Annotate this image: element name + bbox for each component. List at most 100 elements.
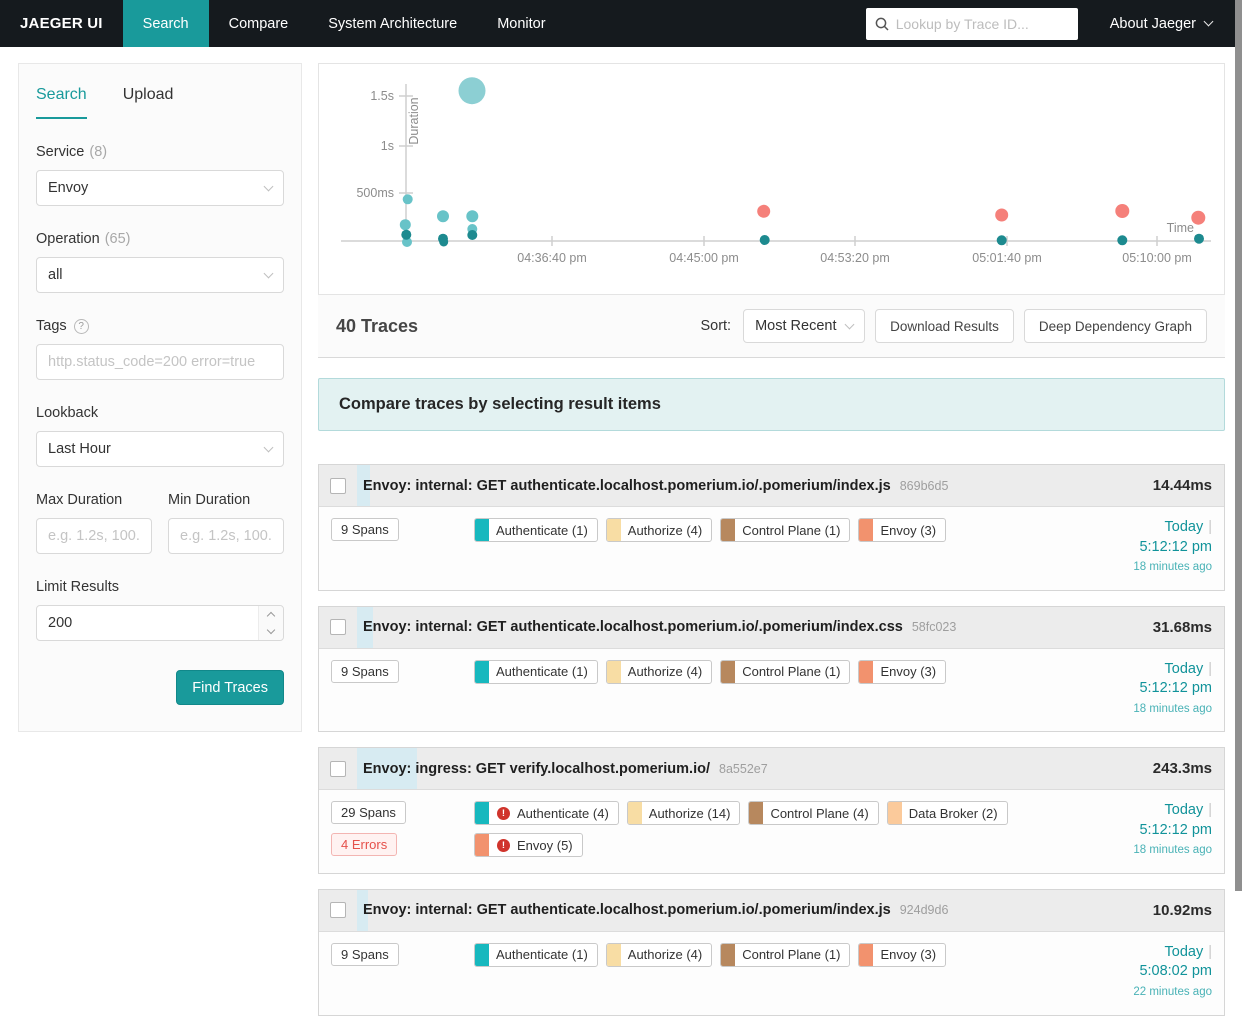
- help-icon[interactable]: ?: [74, 319, 89, 334]
- tags-input-wrap: [36, 344, 284, 380]
- limit-results-input[interactable]: [36, 605, 284, 641]
- trace-checkbox-wrap: [319, 748, 357, 789]
- min-duration-input[interactable]: [180, 528, 272, 544]
- toolbar-actions: Sort: Most Recent Download Results Deep …: [700, 309, 1207, 343]
- trace-header-link[interactable]: Envoy: ingress: GET verify.localhost.pom…: [319, 748, 1224, 790]
- tab-upload[interactable]: Upload: [123, 86, 174, 119]
- service-label: Service (8): [36, 144, 284, 160]
- nav-tab-compare[interactable]: Compare: [209, 0, 309, 47]
- service-badge: Authenticate (1): [474, 943, 598, 967]
- trace-meta-column: 29 Spans 4 Errors: [331, 801, 474, 859]
- service-badge: Envoy (3): [858, 660, 946, 684]
- trace-card-body: 9 Spans Authenticate (1) Authorize (4) C…: [319, 932, 1224, 1015]
- service-color-swatch: [475, 834, 489, 856]
- app-logo[interactable]: JAEGER UI: [0, 0, 123, 47]
- span-count-badge: 9 Spans: [331, 518, 399, 541]
- svg-text:05:10:00 pm: 05:10:00 pm: [1122, 251, 1192, 265]
- about-jaeger-menu[interactable]: About Jaeger: [1078, 0, 1242, 47]
- service-color-swatch: [475, 519, 489, 541]
- operation-select[interactable]: all: [36, 257, 284, 293]
- trace-title: Envoy: ingress: GET verify.localhost.pom…: [363, 761, 710, 777]
- deep-dependency-graph-button[interactable]: Deep Dependency Graph: [1024, 309, 1207, 343]
- service-badge: Envoy (3): [858, 943, 946, 967]
- service-badge-list: Authenticate (1) Authorize (4) Control P…: [474, 518, 1062, 576]
- trace-time-link[interactable]: 5:12:12 pm: [1139, 539, 1212, 555]
- trace-time-link[interactable]: 5:12:12 pm: [1139, 822, 1212, 838]
- stepper-down-button[interactable]: [259, 623, 283, 640]
- trace-date-line: Today|: [1062, 518, 1212, 538]
- service-badge-list: Authenticate (1) Authorize (4) Control P…: [474, 660, 1062, 718]
- service-badge-label: Envoy (5): [517, 838, 573, 853]
- service-select[interactable]: Envoy: [36, 170, 284, 206]
- service-badge-label: Authenticate (4): [517, 806, 609, 821]
- trace-card-body: 29 Spans 4 Errors ! Authenticate (4) Auth…: [319, 790, 1224, 873]
- trace-duration: 31.68ms: [1141, 607, 1224, 648]
- service-badge-list: Authenticate (1) Authorize (4) Control P…: [474, 943, 1062, 1001]
- svg-text:04:53:20 pm: 04:53:20 pm: [820, 251, 890, 265]
- trace-count-heading: 40 Traces: [336, 316, 418, 337]
- nav-tab-system-architecture[interactable]: System Architecture: [308, 0, 477, 47]
- service-color-swatch: [721, 661, 735, 683]
- tab-search[interactable]: Search: [36, 86, 87, 119]
- service-badge-label: Authenticate (1): [496, 664, 588, 679]
- trace-meta-column: 9 Spans: [331, 518, 474, 576]
- service-field-group: Service (8) Envoy: [36, 144, 284, 206]
- chevron-down-icon: [845, 320, 855, 330]
- error-icon: !: [497, 807, 510, 820]
- trace-card-body: 9 Spans Authenticate (1) Authorize (4) C…: [319, 649, 1224, 732]
- chevron-down-icon: [264, 443, 274, 453]
- trace-id-search[interactable]: [866, 8, 1078, 40]
- tags-input[interactable]: [48, 354, 272, 370]
- trace-title: Envoy: internal: GET authenticate.localh…: [363, 619, 903, 635]
- span-count-badge: 9 Spans: [331, 660, 399, 683]
- find-traces-button[interactable]: Find Traces: [176, 670, 284, 705]
- service-badge: Authenticate (1): [474, 518, 598, 542]
- trace-header-link[interactable]: Envoy: internal: GET authenticate.localh…: [319, 890, 1224, 932]
- svg-text:05:01:40 pm: 05:01:40 pm: [972, 251, 1042, 265]
- lookback-select[interactable]: Last Hour: [36, 431, 284, 467]
- trace-select-checkbox[interactable]: [330, 478, 346, 494]
- nav-spacer: [566, 0, 866, 47]
- service-color-swatch: [628, 802, 642, 824]
- trace-id: 869b6d5: [900, 479, 949, 493]
- service-badge-label: Authorize (14): [649, 806, 731, 821]
- trace-date-link[interactable]: Today: [1165, 802, 1204, 818]
- sort-select[interactable]: Most Recent: [743, 309, 865, 343]
- svg-text:04:36:40 pm: 04:36:40 pm: [517, 251, 587, 265]
- about-jaeger-label: About Jaeger: [1110, 16, 1196, 32]
- error-count-badge: 4 Errors: [331, 833, 397, 856]
- service-badge: Control Plane (1): [720, 518, 850, 542]
- trace-time-link[interactable]: 5:12:12 pm: [1139, 680, 1212, 696]
- max-duration-input[interactable]: [48, 528, 140, 544]
- vertical-scrollbar[interactable]: [1235, 0, 1242, 891]
- svg-text:Duration: Duration: [407, 97, 421, 144]
- service-badge: Control Plane (1): [720, 943, 850, 967]
- service-badge: Authorize (4): [606, 518, 712, 542]
- service-badge: ! Authenticate (4): [474, 801, 619, 825]
- trace-header-link[interactable]: Envoy: internal: GET authenticate.localh…: [319, 607, 1224, 649]
- limit-results-wrap: [36, 605, 284, 641]
- trace-date-link[interactable]: Today: [1165, 519, 1204, 535]
- trace-date-line: Today|: [1062, 801, 1212, 821]
- trace-date-link[interactable]: Today: [1165, 661, 1204, 677]
- trace-header-link[interactable]: Envoy: internal: GET authenticate.localh…: [319, 465, 1224, 507]
- trace-time-link[interactable]: 5:08:02 pm: [1139, 963, 1212, 979]
- service-badge: Envoy (3): [858, 518, 946, 542]
- trace-duration: 10.92ms: [1141, 890, 1224, 931]
- stepper-up-button[interactable]: [259, 606, 283, 623]
- trace-result-card: Envoy: ingress: GET verify.localhost.pom…: [318, 747, 1225, 874]
- trace-select-checkbox[interactable]: [330, 619, 346, 635]
- trace-select-checkbox[interactable]: [330, 761, 346, 777]
- trace-select-checkbox[interactable]: [330, 902, 346, 918]
- trace-relative-time: 18 minutes ago: [1062, 560, 1212, 576]
- trace-checkbox-wrap: [319, 890, 357, 931]
- span-count-badge: 29 Spans: [331, 801, 406, 824]
- trace-date-link[interactable]: Today: [1165, 944, 1204, 960]
- service-badge-label: Authorize (4): [628, 664, 702, 679]
- nav-tab-search[interactable]: Search: [123, 0, 209, 47]
- trace-meta-column: 9 Spans: [331, 943, 474, 1001]
- download-results-button[interactable]: Download Results: [875, 309, 1014, 343]
- nav-tab-monitor[interactable]: Monitor: [477, 0, 565, 47]
- trace-id-search-input[interactable]: [896, 16, 1069, 32]
- duration-scatter-chart[interactable]: 1.5s1s500ms04:36:40 pm04:45:00 pm04:53:2…: [319, 64, 1224, 294]
